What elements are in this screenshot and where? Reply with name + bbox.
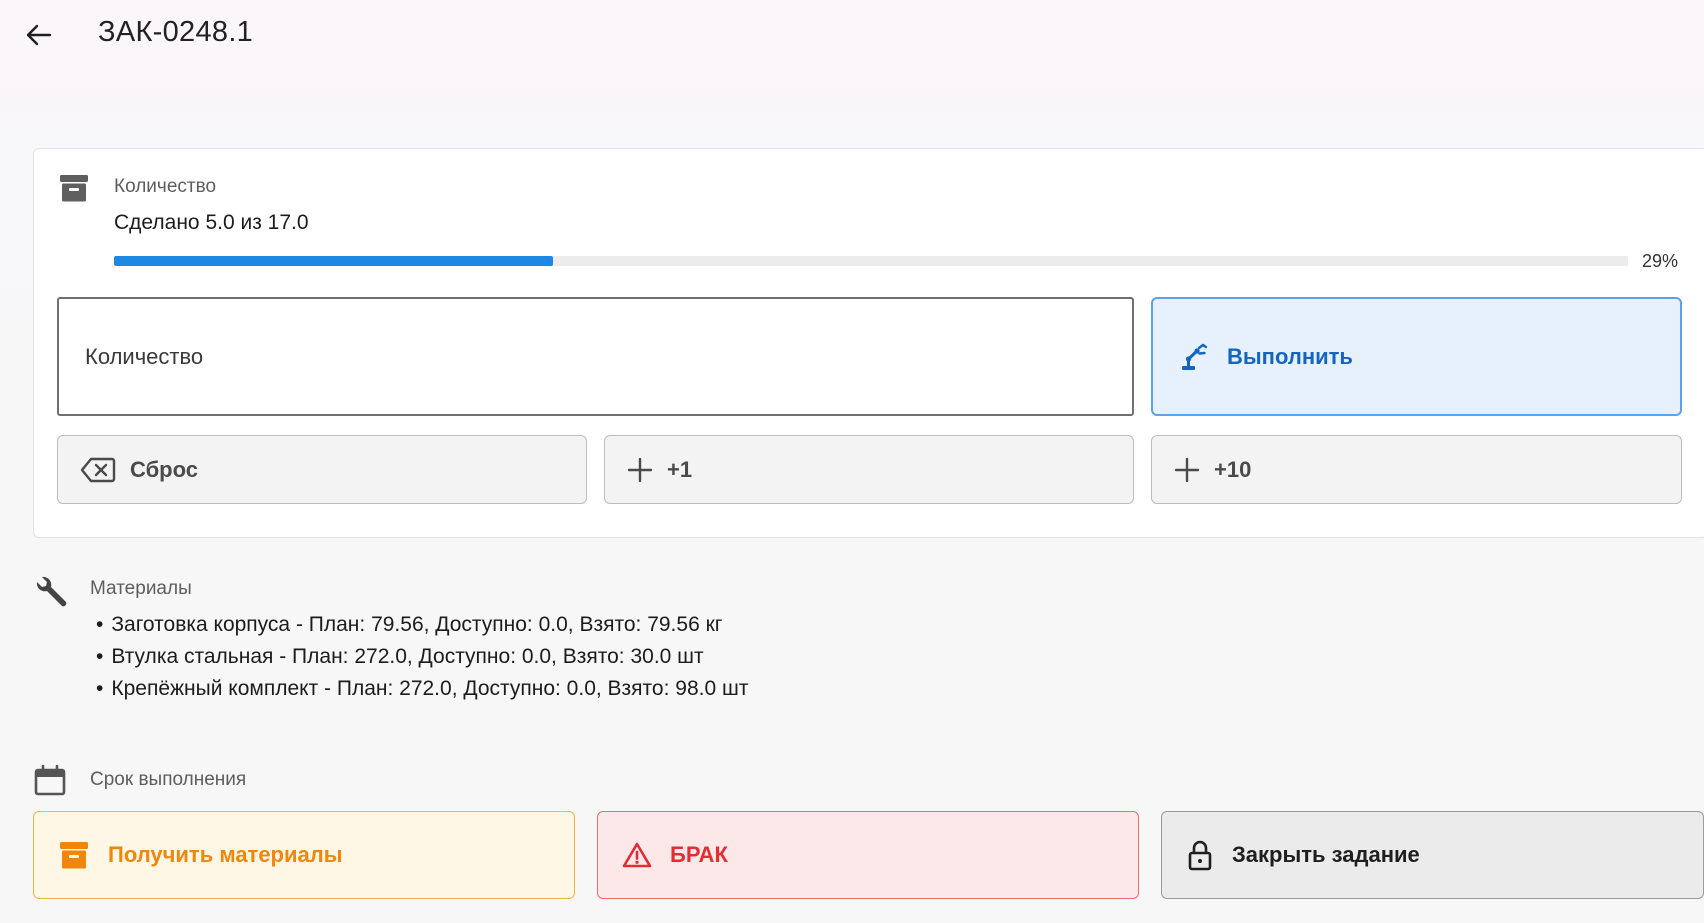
materials-list: Заготовка корпуса - План: 79.56, Доступн…	[96, 609, 748, 705]
list-item: Крепёжный комплект - План: 272.0, Доступ…	[96, 673, 748, 705]
execute-button[interactable]: Выполнить	[1151, 297, 1682, 416]
progress-fill	[114, 256, 554, 266]
quantity-label: Количество	[114, 176, 217, 197]
progress-percent: 29%	[1642, 251, 1679, 271]
backspace-icon	[80, 457, 116, 482]
deadline-label: Срок выполнения	[90, 769, 247, 790]
task-screen: ЗАК-0248.1 Количество Сделано 5.0 из 17.…	[0, 0, 1704, 923]
robot-arm-icon	[1182, 343, 1208, 370]
get-materials-label: Получить материалы	[108, 842, 343, 867]
defect-label: БРАК	[670, 842, 728, 867]
progress-bar	[114, 256, 1628, 266]
list-item: Заготовка корпуса - План: 79.56, Доступн…	[96, 609, 748, 641]
get-materials-button[interactable]: Получить материалы	[33, 811, 575, 899]
plus-ten-label: +10	[1214, 456, 1252, 482]
close-task-button[interactable]: Закрыть задание	[1161, 811, 1704, 899]
quantity-input[interactable]	[57, 297, 1134, 416]
archive-box-icon	[60, 175, 88, 202]
plus-ten-button[interactable]: +10	[1151, 435, 1682, 504]
execute-label: Выполнить	[1227, 343, 1353, 369]
wrench-icon	[36, 576, 67, 607]
reset-button[interactable]: Сброс	[57, 435, 587, 504]
archive-box-icon	[60, 842, 88, 869]
plus-one-label: +1	[667, 456, 693, 482]
app-header: ЗАК-0248.1	[0, 0, 1704, 70]
back-button[interactable]	[22, 18, 56, 52]
plus-one-button[interactable]: +1	[604, 435, 1134, 504]
plus-icon	[627, 457, 653, 482]
quantity-card: Количество Сделано 5.0 из 17.0 29% Выпол…	[33, 148, 1704, 538]
close-task-label: Закрыть задание	[1232, 842, 1420, 867]
materials-label: Материалы	[90, 578, 192, 599]
reset-label: Сброс	[130, 456, 199, 482]
defect-button[interactable]: БРАК	[597, 811, 1139, 899]
quantity-done-text: Сделано 5.0 из 17.0	[114, 211, 309, 234]
calendar-icon	[34, 764, 66, 796]
page-title: ЗАК-0248.1	[98, 16, 254, 48]
plus-icon	[1174, 457, 1200, 482]
list-item: Втулка стальная - План: 272.0, Доступно:…	[96, 641, 748, 673]
arrow-left-icon	[26, 24, 52, 46]
lock-icon	[1188, 840, 1212, 871]
warning-icon	[622, 842, 652, 868]
